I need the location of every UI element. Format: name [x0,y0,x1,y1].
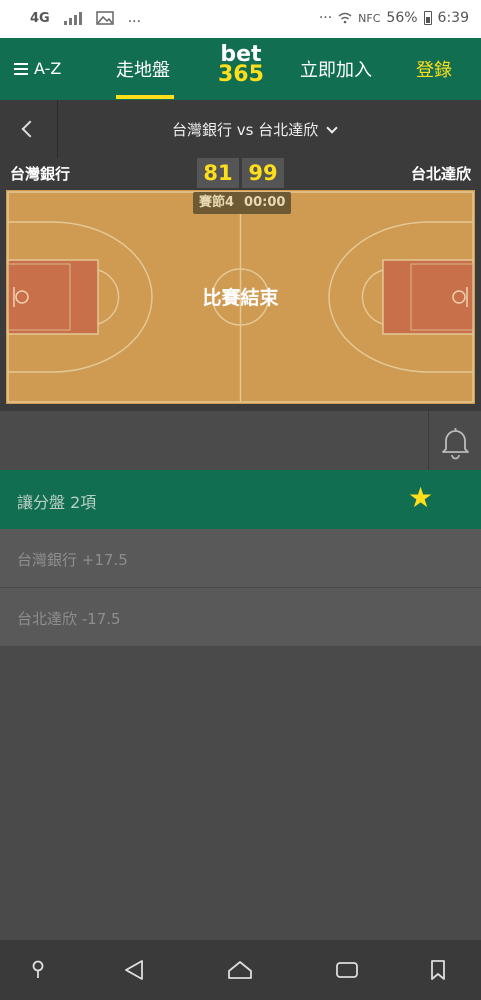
status-bar: 4G ... ··· NFC 56% 6:39 [0,0,481,38]
home-nav-icon[interactable] [226,958,254,982]
bell-icon [442,428,469,460]
market-selection[interactable]: 台北達欣 -17.5 [0,588,481,647]
logo-text-bottom: 365 [218,62,264,87]
alert-row [0,410,481,471]
period-label: 賽節4 [199,195,235,210]
game-clock: 00:00 [244,195,286,210]
game-status: 比賽結束 [202,287,279,309]
login-button[interactable]: 登錄 [416,56,452,82]
more-notifications: ... [127,10,142,26]
star-icon[interactable]: ★ [408,483,433,513]
android-nav-bar [0,940,481,1000]
home-team-name: 台灣銀行 [10,165,71,183]
market-selection[interactable]: 台灣銀行 +17.5 [0,529,481,588]
market-title: 讓分盤 2項 [17,493,97,512]
back-nav-icon[interactable] [122,958,146,982]
recents-nav-icon[interactable] [334,958,360,982]
period-clock-badge: 賽節4 00:00 [193,192,292,214]
notification-button[interactable] [428,411,481,471]
nfc-indicator: NFC [358,11,381,25]
bookmark-nav-icon[interactable] [428,958,448,982]
top-nav: A-Z 走地盤 bet 365 立即加入 登錄 [0,38,481,100]
home-score: 81 [197,158,239,188]
az-menu-label: A-Z [34,59,62,78]
overflow-dots: ··· [318,10,333,26]
active-tab-indicator [116,95,174,99]
away-team-name: 台北達欣 [410,165,471,183]
az-menu-button[interactable]: A-Z [14,59,61,78]
match-title: 台灣銀行 vs 台北達欣 [172,121,319,139]
image-icon [95,11,114,25]
network-type: 4G [30,10,50,26]
selection-label: 台北達欣 -17.5 [17,610,121,628]
chevron-down-icon [326,121,338,134]
battery-icon [423,11,432,25]
inplay-tab[interactable]: 走地盤 [116,56,170,82]
wifi-icon [338,12,352,24]
bet365-logo[interactable]: bet 365 [218,44,264,87]
market-header[interactable]: 讓分盤 2項 ★ [0,470,481,529]
away-score: 99 [242,158,284,188]
hamburger-icon [14,62,28,75]
match-header: 台灣銀行 vs 台北達欣 [0,100,481,158]
match-selector[interactable]: 台灣銀行 vs 台北達欣 [172,119,338,140]
join-button[interactable]: 立即加入 [300,56,372,82]
clock: 6:39 [437,10,469,26]
back-button[interactable] [0,100,58,158]
signal-icon [63,11,82,25]
battery-percent: 56% [386,10,418,26]
assistant-icon[interactable] [28,958,48,982]
scoreboard: 台灣銀行 81 99 台北達欣 [0,158,481,188]
selection-label: 台灣銀行 +17.5 [17,551,128,569]
